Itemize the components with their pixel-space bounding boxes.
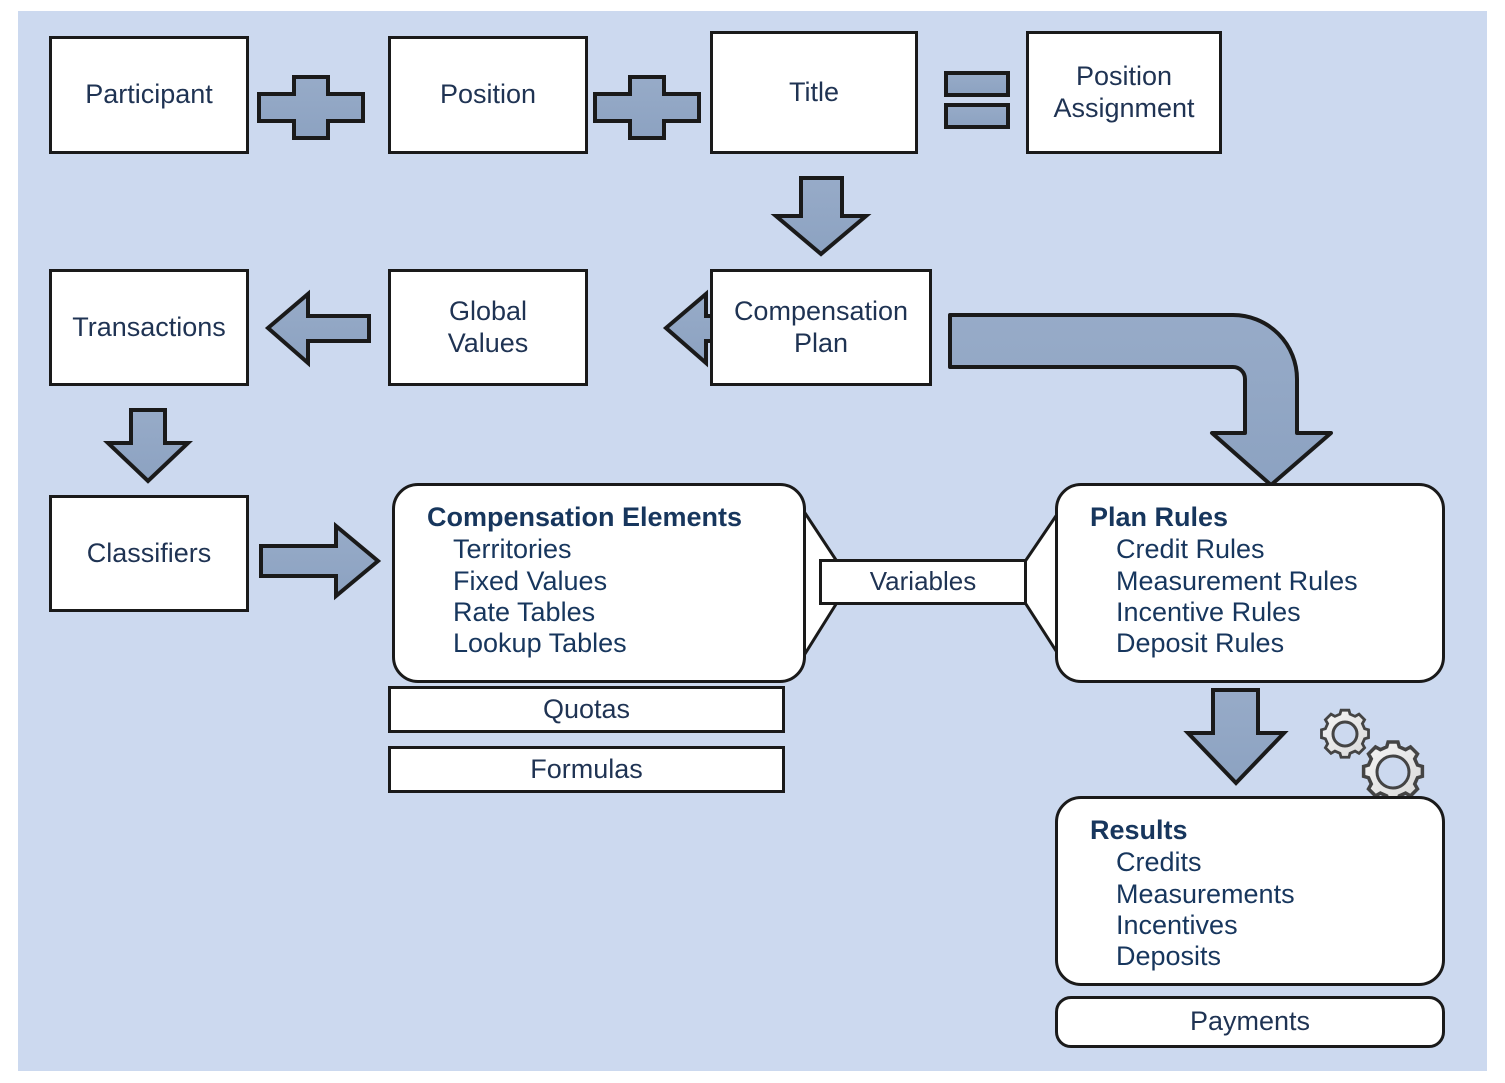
node-global-values-label-line1: Global xyxy=(448,296,528,327)
compensation-elements-item-3: Lookup Tables xyxy=(453,628,627,659)
results-item-3: Deposits xyxy=(1116,941,1222,972)
node-global-values-label-line2: Values xyxy=(447,327,529,358)
node-participant-label: Participant xyxy=(85,79,213,110)
compensation-elements-heading: Compensation Elements xyxy=(427,502,743,532)
plan-rules-item-2: Incentive Rules xyxy=(1116,596,1301,627)
plan-rules-item-1: Measurement Rules xyxy=(1116,565,1358,596)
results-item-0: Credits xyxy=(1116,847,1202,878)
node-compensation-plan-label-line2: Plan xyxy=(793,327,849,358)
compensation-elements-item-0: Territories xyxy=(453,534,572,565)
node-position-label: Position xyxy=(439,79,537,110)
down-arrow-rules-to-results-icon xyxy=(1183,688,1289,786)
compensation-elements-item-1: Fixed Values xyxy=(453,565,608,596)
results-item-1: Measurements xyxy=(1116,878,1295,909)
plan-rules-item-3: Deposit Rules xyxy=(1116,628,1285,659)
node-quotas[interactable]: Quotas xyxy=(388,686,785,733)
node-formulas[interactable]: Formulas xyxy=(388,746,785,793)
node-global-values[interactable]: Global Values xyxy=(388,269,588,386)
node-position-assignment-label-line2: Assignment xyxy=(1053,92,1195,123)
node-position[interactable]: Position xyxy=(388,36,588,154)
node-compensation-plan[interactable]: Compensation Plan xyxy=(710,269,932,386)
plan-rules-item-0: Credit Rules xyxy=(1116,534,1265,565)
node-variables[interactable]: Variables xyxy=(819,559,1027,605)
left-arrow-global-to-transactions-icon xyxy=(264,289,371,368)
node-formulas-label: Formulas xyxy=(530,753,643,784)
plus-operator-icon-2 xyxy=(593,75,701,140)
node-classifiers[interactable]: Classifiers xyxy=(49,495,249,612)
node-participant[interactable]: Participant xyxy=(49,36,249,154)
node-transactions[interactable]: Transactions xyxy=(49,269,249,386)
node-compensation-plan-label-line1: Compensation xyxy=(733,296,909,327)
diagram-canvas: Participant Position Title Position Assi… xyxy=(18,11,1487,1071)
node-title[interactable]: Title xyxy=(710,31,918,154)
bent-arrow-plan-to-rules-icon xyxy=(948,313,1333,487)
equals-operator-icon xyxy=(944,71,1010,129)
node-plan-rules[interactable]: Plan Rules Credit Rules Measurement Rule… xyxy=(1055,483,1445,683)
node-classifiers-label: Classifiers xyxy=(86,537,212,568)
node-variables-label: Variables xyxy=(869,566,977,597)
plan-rules-heading: Plan Rules xyxy=(1090,502,1229,532)
node-transactions-label: Transactions xyxy=(72,311,226,342)
down-arrow-transactions-to-classifiers-icon xyxy=(102,408,194,484)
gears-icon xyxy=(1320,708,1425,803)
node-position-assignment[interactable]: Position Assignment xyxy=(1026,31,1222,154)
down-arrow-title-to-plan-icon xyxy=(770,176,872,257)
node-compensation-elements[interactable]: Compensation Elements Territories Fixed … xyxy=(392,483,806,683)
right-arrow-classifiers-to-elements-icon xyxy=(259,521,382,601)
node-quotas-label: Quotas xyxy=(542,693,631,724)
node-payments[interactable]: Payments xyxy=(1055,996,1445,1048)
node-results[interactable]: Results Credits Measurements Incentives … xyxy=(1055,796,1445,986)
plus-operator-icon-1 xyxy=(257,75,365,140)
node-payments-label: Payments xyxy=(1189,1006,1311,1037)
compensation-elements-item-2: Rate Tables xyxy=(453,596,596,627)
node-position-assignment-label-line1: Position xyxy=(1075,61,1173,92)
node-title-label: Title xyxy=(788,76,839,107)
results-heading: Results xyxy=(1090,815,1188,845)
results-item-2: Incentives xyxy=(1116,909,1238,940)
